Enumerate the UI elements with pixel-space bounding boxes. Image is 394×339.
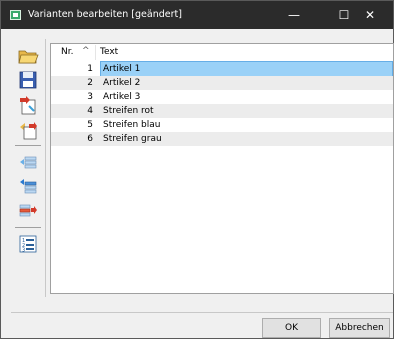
row-number: 2 bbox=[87, 78, 93, 88]
row-text: Streifen rot bbox=[103, 106, 154, 116]
ok-button[interactable]: OK bbox=[262, 318, 321, 338]
row-text: Artikel 1 bbox=[100, 61, 393, 77]
minimize-button[interactable]: — bbox=[271, 1, 317, 29]
list-rows: 1 Artikel 1 2 Artikel 2 3 Artikel 3 4 St… bbox=[51, 61, 393, 146]
window-title: Varianten bearbeiten [geändert] bbox=[28, 9, 182, 20]
row-text: Artikel 3 bbox=[103, 92, 141, 102]
list-row[interactable]: 6 Streifen grau bbox=[51, 132, 393, 146]
title-bar[interactable]: Varianten bearbeiten [geändert] — ☐ ✕ bbox=[1, 1, 393, 29]
variant-list[interactable]: Nr. ^ Text 1 Artikel 1 2 Artikel 2 3 Art… bbox=[50, 43, 394, 294]
toolbar-separator bbox=[15, 227, 41, 228]
row-number: 4 bbox=[87, 106, 93, 116]
column-header-text[interactable]: Text bbox=[100, 47, 118, 57]
row-text: Streifen blau bbox=[103, 120, 161, 130]
list-row[interactable]: 2 Artikel 2 bbox=[51, 76, 393, 90]
row-text: Artikel 2 bbox=[103, 78, 141, 88]
svg-text:3: 3 bbox=[22, 248, 25, 254]
dialog-window: Varianten bearbeiten [geändert] — ☐ ✕ 1 … bbox=[0, 0, 394, 339]
export-icon[interactable] bbox=[17, 119, 39, 141]
dialog-divider bbox=[11, 312, 393, 313]
row-text: Streifen grau bbox=[103, 134, 162, 144]
import-icon[interactable] bbox=[17, 94, 39, 116]
row-number: 3 bbox=[87, 92, 93, 102]
vertical-toolbar: 123 bbox=[11, 39, 46, 297]
numbered-list-icon[interactable]: 123 bbox=[17, 233, 39, 255]
close-button[interactable]: ✕ bbox=[347, 1, 393, 29]
move-right-icon[interactable] bbox=[17, 200, 39, 222]
row-number: 6 bbox=[87, 134, 93, 144]
open-folder-icon[interactable] bbox=[17, 45, 39, 67]
row-number: 5 bbox=[87, 120, 93, 130]
list-row[interactable]: 5 Streifen blau bbox=[51, 118, 393, 132]
row-number: 1 bbox=[87, 64, 93, 74]
toolbar-separator bbox=[15, 145, 41, 146]
sort-ascending-icon: ^ bbox=[82, 46, 90, 56]
list-row[interactable]: 3 Artikel 3 bbox=[51, 90, 393, 104]
column-divider[interactable] bbox=[95, 45, 96, 60]
list-row[interactable]: 1 Artikel 1 bbox=[51, 61, 393, 77]
insert-before-icon[interactable] bbox=[17, 151, 39, 173]
save-icon[interactable] bbox=[17, 69, 39, 91]
list-header: Nr. ^ Text bbox=[51, 44, 393, 61]
cancel-button[interactable]: Abbrechen bbox=[329, 318, 390, 338]
app-icon bbox=[10, 10, 21, 20]
list-row[interactable]: 4 Streifen rot bbox=[51, 104, 393, 118]
insert-after-icon[interactable] bbox=[17, 176, 39, 198]
